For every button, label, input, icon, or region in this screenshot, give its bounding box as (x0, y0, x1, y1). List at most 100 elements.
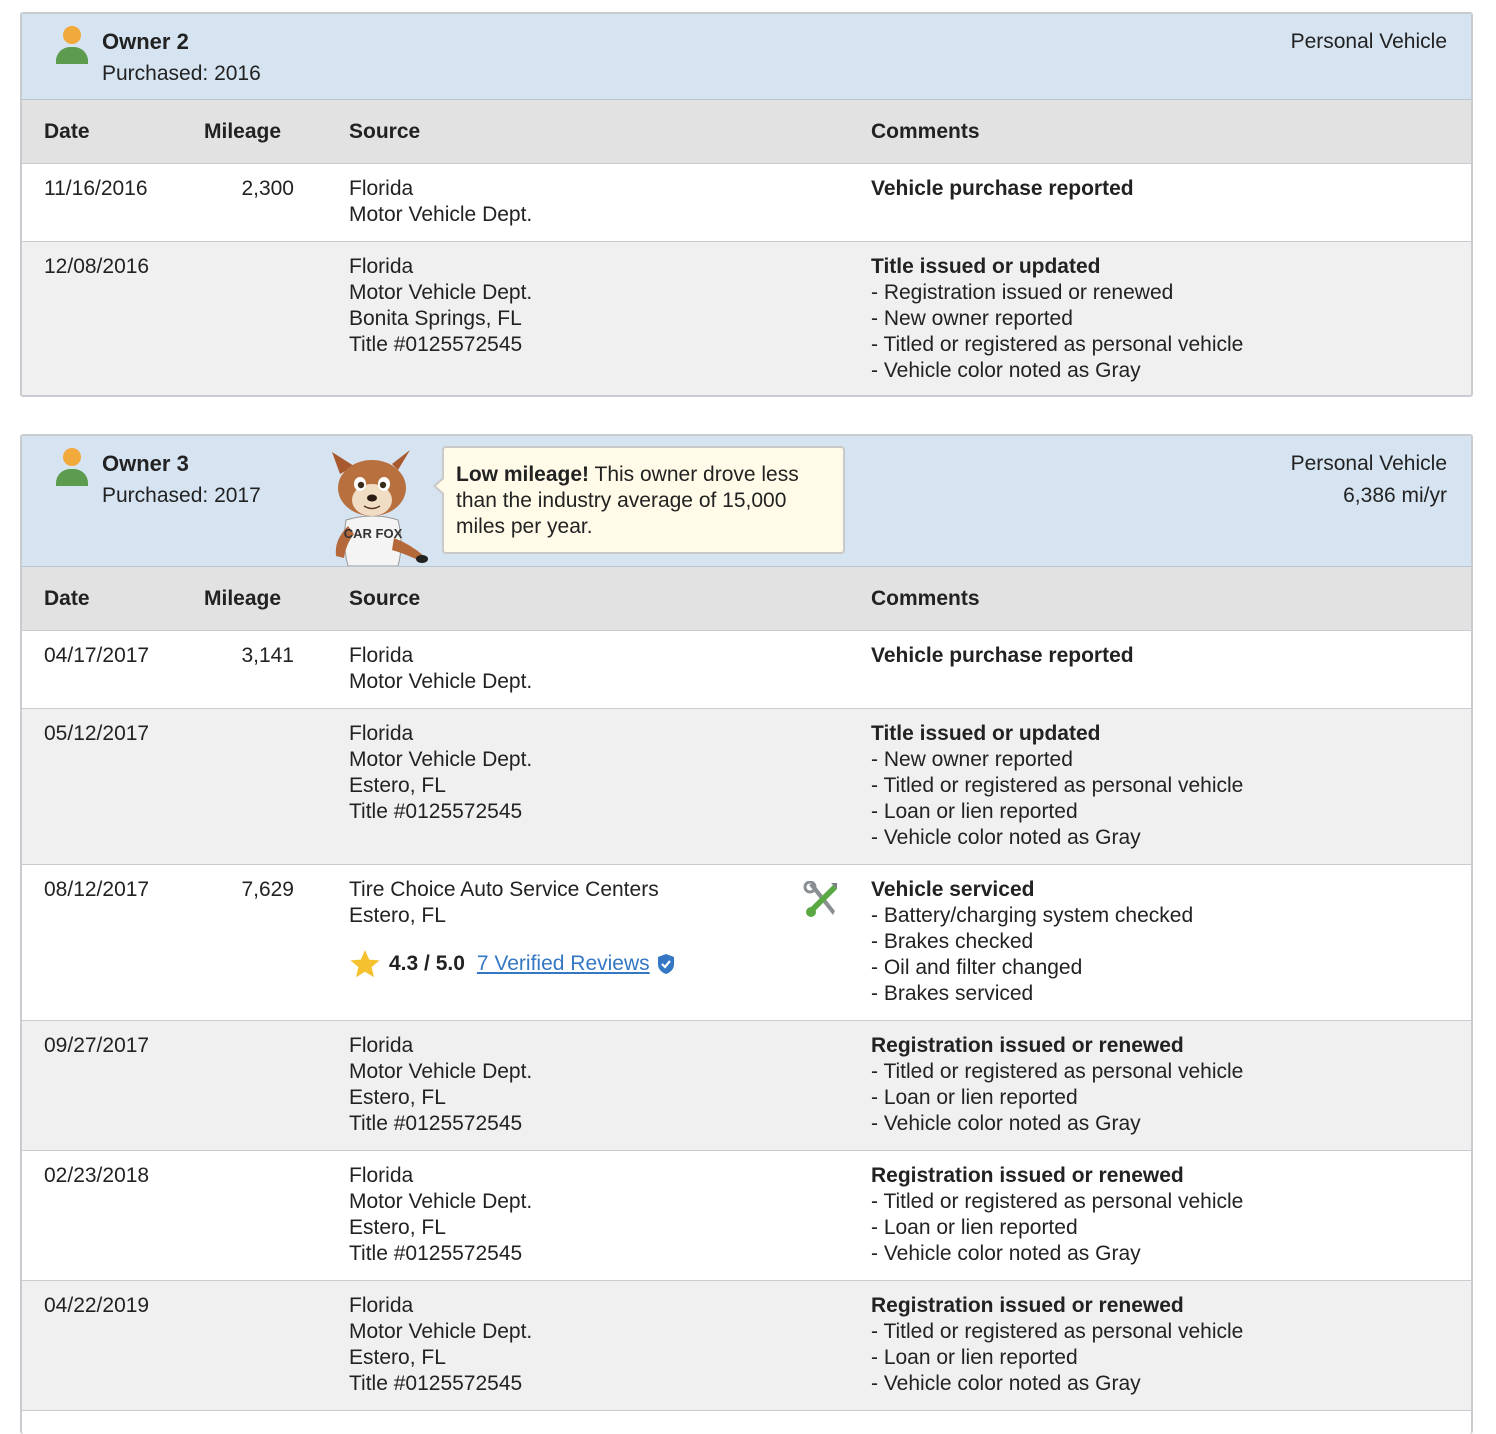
source-line: Motor Vehicle Dept. (349, 670, 533, 693)
row-source: Tire Choice Auto Service Centers Estero, … (349, 877, 659, 929)
person-icon (56, 448, 88, 486)
comment-line: - Loan or lien reported (871, 1216, 1078, 1239)
column-header-row: Date Mileage Source Comments (22, 567, 1471, 631)
row-source: Florida Motor Vehicle Dept. Estero, FL Titl… (349, 1163, 532, 1267)
row-comments: Vehicle purchase reported (871, 643, 1134, 669)
table-row: 02/23/2018 Florida Motor Vehicle Dept. Este… (22, 1151, 1471, 1281)
comment-title: Title issued or updated (871, 255, 1101, 278)
comment-line: - Oil and filter changed (871, 956, 1083, 979)
source-line: Title #0125572545 (349, 800, 523, 823)
star-icon (350, 950, 380, 978)
source-line: Motor Vehicle Dept. (349, 1060, 533, 1083)
rating: 4.3 / 5.0 7 Verified Reviews (349, 948, 676, 980)
source-line: Florida (349, 722, 414, 745)
table-row: 08/12/2017 7,629 Tire Choice Auto Service … (22, 865, 1471, 1021)
comment-title: Vehicle purchase reported (871, 177, 1134, 200)
row-source: Florida Motor Vehicle Dept. Bonita Springs… (349, 254, 532, 358)
comment-line: - Vehicle color noted as Gray (871, 1242, 1141, 1265)
row-date: 08/12/2017 (44, 878, 150, 901)
row-comments: Registration issued or renewed - Titled o… (871, 1293, 1243, 1397)
row-comments: Vehicle purchase reported (871, 176, 1134, 202)
comment-title: Registration issued or renewed (871, 1294, 1184, 1317)
comment-line: - Registration issued or renewed (871, 281, 1174, 304)
column-date: Date (44, 587, 90, 610)
table-row: 12/08/2016 Florida Motor Vehicle Dept. Boni… (22, 242, 1471, 395)
column-source: Source (349, 120, 421, 143)
comment-line: - Vehicle color noted as Gray (871, 1372, 1141, 1395)
row-date: 12/08/2016 (44, 255, 150, 278)
source-line: Estero, FL (349, 1346, 446, 1369)
column-mileage: Mileage (204, 120, 282, 143)
row-comments: Registration issued or renewed - Titled o… (871, 1033, 1243, 1137)
owner-vehicle-type: Personal Vehicle (1290, 30, 1447, 53)
comment-line: - Battery/charging system checked (871, 904, 1194, 927)
source-line: Motor Vehicle Dept. (349, 1190, 533, 1213)
row-mileage: 3,141 (241, 644, 294, 667)
source-line: Tire Choice Auto Service Centers (349, 878, 659, 901)
row-comments: Registration issued or renewed - Titled o… (871, 1163, 1243, 1267)
column-date: Date (44, 120, 90, 143)
source-line: Title #0125572545 (349, 1242, 523, 1265)
row-mileage: 7,629 (241, 878, 294, 901)
comment-line: - Titled or registered as personal vehic… (871, 1190, 1244, 1213)
comment-line: - New owner reported (871, 307, 1073, 330)
service-wrench-icon (803, 881, 837, 917)
owner-vehicle-type: Personal Vehicle (1290, 452, 1447, 475)
history-rows: 04/17/2017 3,141 Florida Motor Vehicle Dept… (22, 631, 1471, 1411)
owner-miles-per-year: 6,386 mi/yr (1343, 484, 1447, 507)
comment-title: Vehicle serviced (871, 878, 1035, 901)
comment-line: - Titled or registered as personal vehic… (871, 1320, 1244, 1343)
source-line: Title #0125572545 (349, 1372, 523, 1395)
car-fox-mascot-icon: CAR FOX (332, 450, 428, 566)
column-mileage: Mileage (204, 587, 282, 610)
row-comments: Title issued or updated - New owner repor… (871, 721, 1243, 851)
comment-title: Title issued or updated (871, 722, 1101, 745)
source-line: Title #0125572545 (349, 333, 523, 356)
comment-line: - New owner reported (871, 748, 1073, 771)
comment-title: Registration issued or renewed (871, 1034, 1184, 1057)
owner-purchased: Purchased: 2016 (102, 62, 261, 85)
owner-name: Owner 3 (102, 451, 189, 476)
comment-line: - Loan or lien reported (871, 800, 1078, 823)
source-line: Title #0125572545 (349, 1112, 523, 1135)
comment-line: - Titled or registered as personal vehic… (871, 1060, 1244, 1083)
source-line: Estero, FL (349, 1216, 446, 1239)
source-line: Motor Vehicle Dept. (349, 203, 533, 226)
source-line: Estero, FL (349, 1086, 446, 1109)
comment-line: - Vehicle color noted as Gray (871, 359, 1141, 382)
comment-line: - Brakes checked (871, 930, 1034, 953)
row-date: 04/22/2019 (44, 1294, 150, 1317)
verified-reviews-link[interactable]: 7 Verified Reviews (477, 951, 650, 977)
column-comments: Comments (871, 120, 980, 143)
source-line: Florida (349, 1034, 414, 1057)
source-line: Motor Vehicle Dept. (349, 281, 533, 304)
owner-header: Owner 2 Purchased: 2016 Personal Vehicle (22, 14, 1471, 100)
comment-line: - Loan or lien reported (871, 1346, 1078, 1369)
source-line: Florida (349, 1164, 414, 1187)
source-line: Estero, FL (349, 904, 446, 927)
source-line: Estero, FL (349, 774, 446, 797)
mascot-shirt-text: CAR FOX (344, 526, 403, 541)
source-line: Florida (349, 1294, 414, 1317)
row-comments: Vehicle serviced - Battery/charging syste… (871, 877, 1193, 1007)
row-source: Florida Motor Vehicle Dept. Estero, FL Titl… (349, 721, 532, 825)
column-source: Source (349, 587, 421, 610)
row-date: 11/16/2016 (44, 177, 148, 200)
history-rows: 11/16/2016 2,300 Florida Motor Vehicle Dept… (22, 164, 1471, 395)
table-row: 09/27/2017 Florida Motor Vehicle Dept. Este… (22, 1021, 1471, 1151)
row-date: 02/23/2018 (44, 1164, 150, 1187)
low-mileage-tooltip: Low mileage! This owner drove less than … (433, 446, 845, 554)
row-source: Florida Motor Vehicle Dept. (349, 176, 532, 228)
tooltip-bold: Low mileage! (456, 463, 590, 486)
table-row: 11/16/2016 2,300 Florida Motor Vehicle Dept… (22, 164, 1471, 242)
row-date: 04/17/2017 (44, 644, 150, 667)
row-source: Florida Motor Vehicle Dept. (349, 643, 532, 695)
rating-score: 4.3 / 5.0 (389, 952, 465, 975)
owner-purchased: Purchased: 2017 (102, 484, 261, 507)
column-header-row: Date Mileage Source Comments (22, 100, 1471, 164)
comment-line: - Vehicle color noted as Gray (871, 826, 1141, 849)
source-line: Motor Vehicle Dept. (349, 748, 533, 771)
row-date: 09/27/2017 (44, 1034, 150, 1057)
person-icon (56, 26, 88, 64)
row-date: 05/12/2017 (44, 722, 150, 745)
